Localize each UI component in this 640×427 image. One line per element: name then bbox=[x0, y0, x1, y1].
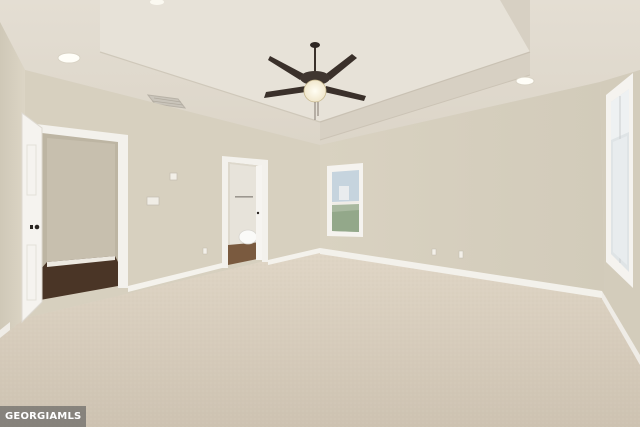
fan-light bbox=[303, 79, 327, 103]
open-door[interactable] bbox=[21, 112, 43, 324]
thermostat bbox=[146, 196, 160, 206]
light-switch[interactable] bbox=[169, 172, 178, 181]
mls-watermark: GEORGIAMLS bbox=[0, 406, 87, 427]
hallway-back-wall bbox=[47, 138, 115, 262]
room-illustration bbox=[0, 0, 640, 427]
power-outlet bbox=[202, 247, 208, 255]
door-knob bbox=[34, 224, 40, 230]
left-wall bbox=[0, 22, 25, 338]
recessed-light bbox=[57, 52, 81, 64]
room-photo: GEORGIAMLS bbox=[0, 0, 640, 427]
mls-watermark-label: GEORGIAMLS bbox=[5, 411, 82, 422]
bathtub bbox=[238, 229, 258, 245]
power-outlet bbox=[458, 250, 464, 259]
recessed-light bbox=[515, 76, 535, 86]
towel-bar bbox=[235, 196, 253, 198]
power-outlet bbox=[431, 248, 437, 256]
